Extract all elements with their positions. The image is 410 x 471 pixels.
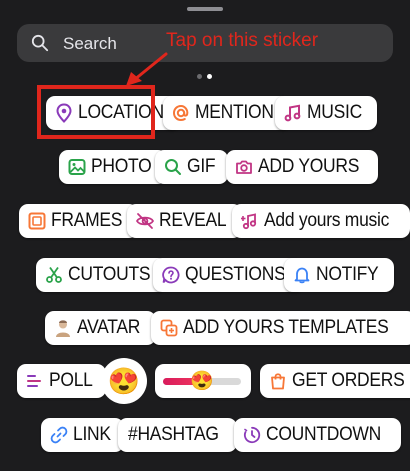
emoji-reaction-sticker[interactable]: 😍 bbox=[101, 358, 147, 404]
avatar-label: AVATAR bbox=[77, 317, 141, 338]
question-icon bbox=[161, 265, 181, 285]
hashtag-label: #HASHTAG bbox=[128, 424, 219, 445]
avatar-sticker[interactable]: AVATAR bbox=[45, 311, 156, 345]
annotation-text: Tap on this sticker bbox=[166, 30, 319, 51]
gif-label: GIF bbox=[187, 156, 216, 177]
slider-emoji-knob[interactable]: 😍 bbox=[190, 370, 214, 392]
search-icon bbox=[31, 34, 49, 52]
add-yours-sticker[interactable]: ADD YOURS bbox=[226, 150, 378, 184]
add-yours-templates-sticker[interactable]: ADD YOURS TEMPLATES bbox=[151, 311, 410, 345]
photo-label: PHOTO bbox=[91, 156, 152, 177]
frames-label: FRAMES bbox=[51, 210, 123, 231]
add-yours-music-sticker[interactable]: Add yours music bbox=[232, 204, 410, 238]
link-icon bbox=[49, 425, 69, 445]
templates-icon bbox=[159, 318, 179, 338]
annotation-arrow-icon bbox=[126, 52, 168, 86]
questions-sticker[interactable]: QUESTIONS bbox=[153, 258, 305, 292]
music-label: MUSIC bbox=[307, 102, 362, 123]
music-note-icon bbox=[283, 103, 303, 123]
photo-sticker[interactable]: PHOTO bbox=[59, 150, 167, 184]
scissors-icon bbox=[44, 265, 64, 285]
mention-label: MENTION bbox=[195, 102, 274, 123]
photo-icon bbox=[67, 157, 87, 177]
frame-icon bbox=[27, 211, 47, 231]
camera-icon bbox=[234, 157, 254, 177]
emoji-slider-sticker[interactable]: 😍 bbox=[155, 364, 251, 398]
poll-label: POLL bbox=[49, 370, 93, 391]
notify-label: NOTIFY bbox=[316, 264, 379, 285]
add-yours-templates-label: ADD YOURS TEMPLATES bbox=[183, 317, 389, 338]
notify-sticker[interactable]: NOTIFY bbox=[284, 258, 394, 292]
get-orders-label: GET ORDERS bbox=[292, 370, 405, 391]
page-indicator bbox=[197, 74, 217, 80]
cutouts-sticker[interactable]: CUTOUTS bbox=[36, 258, 168, 292]
shopping-bag-icon bbox=[268, 371, 288, 391]
bell-icon bbox=[292, 265, 312, 285]
drag-handle[interactable] bbox=[187, 7, 223, 11]
gif-search-icon bbox=[163, 157, 183, 177]
sticker-tray: Search LOCATION MENTION MUSIC PHOTO GIF … bbox=[0, 0, 410, 471]
countdown-sticker[interactable]: COUNTDOWN bbox=[234, 418, 402, 452]
slider-emoji: 😍 bbox=[190, 371, 214, 392]
poll-sticker[interactable]: POLL bbox=[17, 364, 107, 398]
page-dot-1 bbox=[197, 74, 202, 79]
add-yours-label: ADD YOURS bbox=[258, 156, 360, 177]
questions-label: QUESTIONS bbox=[185, 264, 286, 285]
get-orders-sticker[interactable]: GET ORDERS bbox=[260, 364, 410, 398]
frames-sticker[interactable]: FRAMES bbox=[19, 204, 139, 238]
annotation-highlight-box bbox=[37, 85, 155, 139]
at-sign-icon bbox=[171, 103, 191, 123]
link-sticker[interactable]: LINK bbox=[41, 418, 125, 452]
mention-sticker[interactable]: MENTION bbox=[163, 96, 291, 130]
heart-eyes-emoji: 😍 bbox=[107, 365, 141, 396]
music-add-icon bbox=[240, 211, 260, 231]
poll-icon bbox=[25, 371, 45, 391]
eye-off-icon bbox=[135, 211, 155, 231]
hashtag-sticker[interactable]: #HASHTAG bbox=[118, 418, 237, 452]
add-yours-music-label: Add yours music bbox=[264, 210, 390, 231]
link-label: LINK bbox=[73, 424, 111, 445]
countdown-icon bbox=[242, 425, 262, 445]
countdown-label: COUNTDOWN bbox=[266, 424, 382, 445]
gif-sticker[interactable]: GIF bbox=[155, 150, 228, 184]
page-dot-2-active bbox=[207, 74, 212, 79]
avatar-icon bbox=[53, 318, 73, 338]
cutouts-label: CUTOUTS bbox=[68, 264, 151, 285]
music-sticker[interactable]: MUSIC bbox=[275, 96, 377, 130]
reveal-label: REVEAL bbox=[159, 210, 227, 231]
reveal-sticker[interactable]: REVEAL bbox=[127, 204, 243, 238]
search-placeholder: Search bbox=[63, 34, 117, 53]
